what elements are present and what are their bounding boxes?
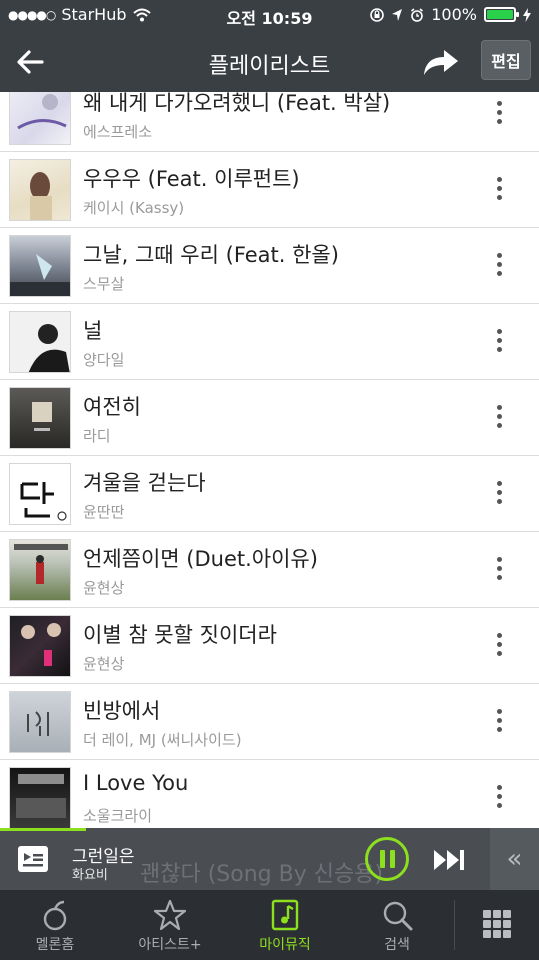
alarm-icon	[411, 7, 424, 22]
list-item[interactable]: 빈방에서 더 레이, MJ (써니사이드)	[0, 684, 539, 760]
album-art	[9, 539, 71, 601]
tab-label: 검색	[384, 937, 410, 953]
more-options-icon[interactable]	[489, 554, 509, 586]
album-art	[9, 159, 71, 221]
album-art	[9, 311, 71, 373]
album-art	[9, 92, 71, 145]
artist-name: 스무살	[83, 275, 125, 293]
rotation-lock-icon	[370, 7, 385, 22]
song-title: 이별 참 못할 짓이더라	[83, 623, 277, 647]
song-title: 빈방에서	[83, 699, 161, 723]
status-right: 100%	[370, 5, 531, 24]
list-item[interactable]: 그날, 그때 우리 (Feat. 한올) 스무살	[0, 228, 539, 304]
artist-name: 더 레이, MJ (써니사이드)	[83, 731, 242, 749]
more-options-icon[interactable]	[489, 98, 509, 130]
star-icon	[115, 898, 225, 932]
list-item[interactable]: 언제쯤이면 (Duet.아이유) 윤현상	[0, 532, 539, 608]
list-item[interactable]: 여전히 라디	[0, 380, 539, 456]
music-note-icon	[230, 898, 340, 932]
more-options-icon[interactable]	[489, 174, 509, 206]
battery-icon	[484, 7, 519, 22]
song-title: I Love You	[83, 771, 189, 795]
song-title: 여전히	[83, 395, 141, 419]
list-item[interactable]: 널 양다일	[0, 304, 539, 380]
battery-percent: 100%	[431, 5, 477, 24]
song-title: 겨울을 걷는다	[83, 471, 206, 495]
tab-artist-plus[interactable]: 아티스트+	[115, 890, 225, 960]
mini-player: 괜찮다 (Song By 신승용) 그런일은 화요비 «	[0, 828, 539, 890]
tab-bar: 멜론홈 아티스트+ 마이뮤직 검색	[0, 890, 539, 960]
artist-name: 윤현상	[83, 579, 125, 597]
more-options-icon[interactable]	[489, 326, 509, 358]
edit-button[interactable]: 편집	[481, 40, 531, 80]
tab-search[interactable]: 검색	[342, 890, 452, 960]
tab-label: 멜론홈	[35, 937, 75, 953]
charging-icon	[523, 7, 531, 22]
more-options-icon[interactable]	[489, 250, 509, 282]
artist-name: 케이시 (Kassy)	[83, 199, 185, 217]
tab-label: 아티스트+	[138, 937, 202, 953]
collapse-player-icon[interactable]: «	[490, 828, 539, 890]
album-art	[9, 691, 71, 753]
share-icon[interactable]	[422, 46, 460, 78]
list-item[interactable]: 겨울을 걷는다 윤딴딴	[0, 456, 539, 532]
list-item[interactable]: 왜 내게 다가오려했니 (Feat. 박살) 에스프레소	[0, 92, 539, 152]
song-title: 우우우 (Feat. 이루펀트)	[83, 167, 300, 191]
artist-name: 라디	[83, 427, 111, 445]
more-options-icon[interactable]	[489, 630, 509, 662]
song-title: 왜 내게 다가오려했니 (Feat. 박살)	[83, 92, 391, 115]
playlist: 왜 내게 다가오려했니 (Feat. 박살) 에스프레소 우우우 (Feat. …	[0, 92, 539, 828]
nav-bar: 플레이리스트 편집	[0, 30, 539, 92]
list-item[interactable]: I Love You 소울크라이	[0, 760, 539, 828]
song-title: 널	[83, 319, 103, 343]
next-track-icon[interactable]	[433, 848, 467, 872]
artist-name: 윤현상	[83, 655, 125, 673]
more-options-icon[interactable]	[489, 782, 509, 814]
grid-menu-icon[interactable]	[483, 910, 511, 938]
status-bar: ●●●●○ StarHub 오전 10:59 100%	[0, 0, 539, 30]
album-art	[9, 463, 71, 525]
album-art	[9, 767, 71, 828]
artist-name: 윤딴딴	[83, 503, 125, 521]
tab-divider	[454, 900, 455, 950]
album-art	[9, 615, 71, 677]
melon-home-icon	[0, 898, 110, 932]
song-title: 언제쯤이면 (Duet.아이유)	[83, 547, 318, 571]
now-playing-list-icon[interactable]	[18, 846, 48, 872]
now-playing-artist: 화요비	[72, 868, 108, 883]
next-track-preview: 괜찮다 (Song By 신승용)	[140, 862, 384, 887]
list-item[interactable]: 우우우 (Feat. 이루펀트) 케이시 (Kassy)	[0, 152, 539, 228]
more-options-icon[interactable]	[489, 478, 509, 510]
artist-name: 에스프레소	[83, 123, 153, 141]
tab-melon-home[interactable]: 멜론홈	[0, 890, 110, 960]
pause-button[interactable]	[365, 837, 409, 881]
list-item[interactable]: 이별 참 못할 짓이더라 윤현상	[0, 608, 539, 684]
more-options-icon[interactable]	[489, 706, 509, 738]
artist-name: 양다일	[83, 351, 125, 369]
playback-progress	[0, 828, 87, 831]
tab-my-music[interactable]: 마이뮤직	[230, 890, 340, 960]
artist-name: 소울크라이	[83, 807, 153, 825]
more-options-icon[interactable]	[489, 402, 509, 434]
tab-label: 마이뮤직	[259, 937, 311, 953]
album-art	[9, 387, 71, 449]
song-title: 그날, 그때 우리 (Feat. 한올)	[83, 243, 339, 267]
album-art	[9, 235, 71, 297]
search-icon	[342, 898, 452, 932]
location-icon	[392, 8, 403, 21]
